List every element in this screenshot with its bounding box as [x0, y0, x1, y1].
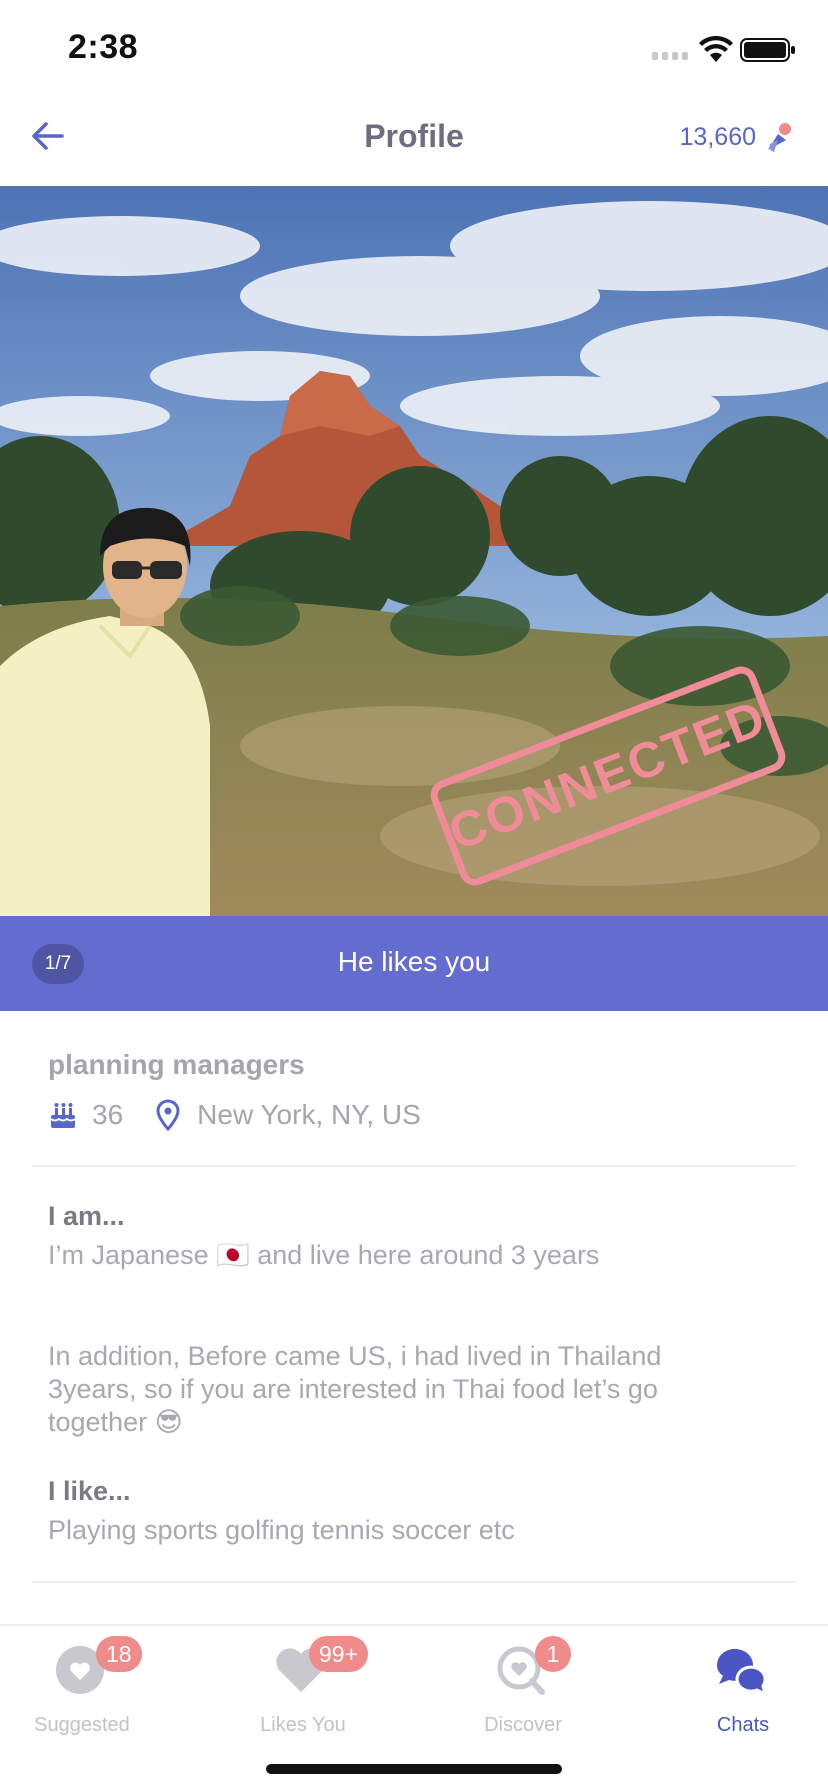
divider [32, 1581, 796, 1583]
job-title: planning managers [48, 1049, 305, 1080]
i-am-text-line: together 😎 [48, 1407, 183, 1437]
tab-badge: 1 [535, 1636, 571, 1672]
battery-icon [740, 38, 795, 62]
banner-text: He likes you [337, 946, 491, 977]
header: Profile 13,660 [0, 100, 828, 186]
age: 36 [92, 1099, 124, 1130]
divider [32, 1165, 796, 1167]
wifi-icon [699, 36, 733, 62]
tab-badge: 99+ [309, 1636, 369, 1672]
location: New York, NY, US [197, 1099, 421, 1130]
coin-balance[interactable]: 13,660 [680, 120, 794, 154]
tab-label: Chats [716, 1714, 770, 1736]
coin-icon [768, 121, 793, 152]
tab-likes-you[interactable]: 99+ Likes You [213, 1636, 393, 1740]
status-bar: 2:38 [0, 0, 828, 100]
i-am-text-line: I’m Japanese 🇯🇵 and live here around 3 y… [48, 1240, 600, 1270]
likes-you-banner: 1/7 He likes you [0, 916, 828, 1011]
profile-photo[interactable]: CONNECTED [0, 186, 828, 916]
tab-label: Likes You [260, 1714, 346, 1736]
tab-label: Discover [484, 1714, 562, 1736]
i-am-text-line: 3years, so if you are interested in Thai… [48, 1374, 658, 1404]
i-am-title: I am... [48, 1201, 125, 1231]
signal-icon [652, 52, 688, 60]
home-indicator [266, 1764, 562, 1774]
i-like-title: I like... [48, 1476, 131, 1506]
tab-badge: 18 [96, 1636, 142, 1672]
meta-row: 36 New York, NY, US [48, 1099, 421, 1131]
location-pin-icon [156, 1099, 180, 1131]
birthday-cake-icon [50, 1103, 76, 1128]
tab-discover[interactable]: 1 Discover [433, 1636, 613, 1740]
status-time: 2:38 [68, 28, 139, 66]
coin-balance-value: 13,660 [679, 122, 756, 151]
tab-suggested[interactable]: 18 Suggested [0, 1636, 172, 1740]
chat-bubbles-icon [716, 1648, 768, 1696]
tab-chats[interactable]: Chats [653, 1640, 828, 1740]
tab-label: Suggested [34, 1714, 130, 1736]
i-am-text-line: In addition, Before came US, i had lived… [48, 1341, 662, 1371]
i-like-text: Playing sports golfing tennis soccer etc [48, 1515, 515, 1545]
